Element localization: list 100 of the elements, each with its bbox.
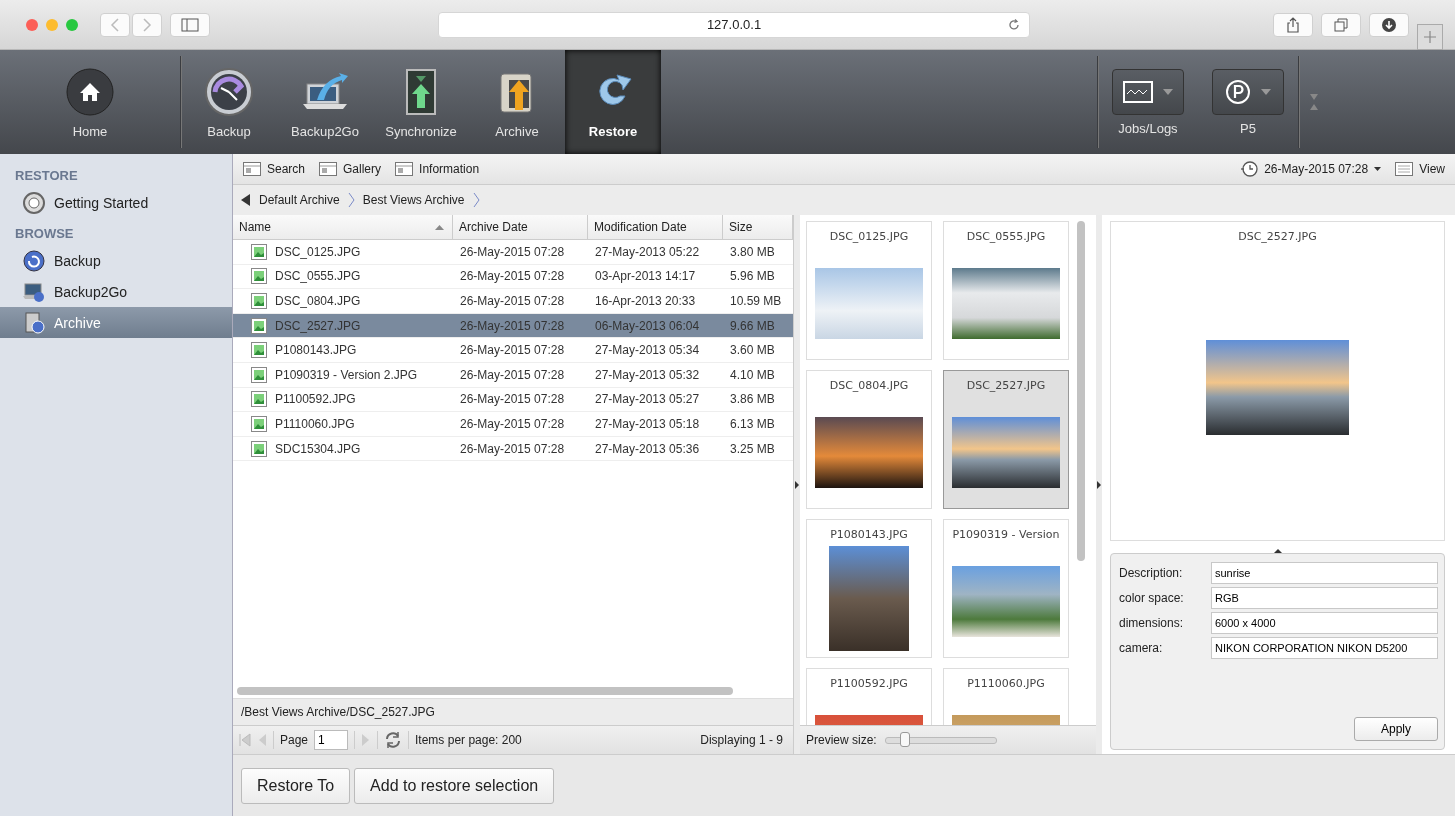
home-icon [64,65,116,118]
tile-caption: P1090319 - Version [952,528,1060,541]
table-row[interactable]: DSC_2527.JPG 26-May-2015 07:28 06-May-2013 06:04 9.66 MB [233,313,793,339]
gallery-tile[interactable]: DSC_0125.JPG [806,221,932,360]
gallery-tile[interactable]: DSC_0804.JPG [806,370,932,509]
forward-button[interactable] [132,12,162,37]
tabs-button[interactable] [1321,12,1361,37]
tile-caption: P1080143.JPG [830,528,908,541]
table-cell-text: 16-Apr-2013 20:33 [594,294,697,308]
share-icon [1286,16,1300,33]
table-cell-text: 06-May-2013 06:04 [594,318,701,333]
image-file-icon [251,366,267,383]
table-cell-text: 27-May-2013 05:32 [594,367,701,382]
column-header[interactable]: Name [233,215,453,239]
table-cell-text: 26-May-2015 07:28 [459,441,566,456]
property-label: camera: [1119,641,1164,655]
toolbar-button[interactable]: Backup2Go [277,50,373,154]
sidebar-item[interactable]: Getting Started [0,187,232,218]
file-name: P1100592.JPG [275,392,356,407]
gallery-tile[interactable]: DSC_0555.JPG [943,221,1069,360]
action-button[interactable]: Restore To [241,767,351,804]
sidebar-toggle-button[interactable] [170,12,210,37]
date-dropdown[interactable]: 26-May-2015 07:28 [1240,160,1382,178]
toolbar-button[interactable]: Archive [469,50,565,154]
action-button[interactable]: Add to restore selection [354,767,555,804]
gallery-tile[interactable]: P1090319 - Version [943,519,1069,658]
table-row[interactable]: DSC_0125.JPG 26-May-2015 07:28 27-May-2013 05:22 3.80 MB [233,240,793,265]
gallery-tile[interactable]: DSC_2527.JPG [943,370,1069,509]
gallery-tile[interactable]: P1080143.JPG [806,519,932,658]
toolbar-button[interactable]: Restore [565,50,661,154]
table-cell-text: 3.60 MB [729,343,776,358]
view-tab[interactable]: Search [243,162,306,176]
share-button[interactable] [1273,12,1313,37]
table-cell-text: 27-May-2013 05:22 [594,244,701,259]
property-field[interactable]: sunrise [1211,562,1438,584]
splitter-arrow-icon[interactable] [1097,480,1101,489]
file-name: P1090319 - Version 2.JPG [275,367,418,382]
collapse-icon[interactable] [1309,93,1319,111]
property-field[interactable]: 6000 x 4000 [1211,612,1438,634]
view-tab[interactable]: Information [395,162,480,176]
tile-caption: DSC_2527.JPG [966,379,1046,392]
breadcrumb-link[interactable]: Default Archive [259,193,340,207]
view-button[interactable]: View [1395,162,1445,176]
gallery-tile[interactable]: P1110060.JPG [943,668,1069,725]
table-cell-text: 27-May-2013 05:27 [594,392,701,407]
table-row[interactable]: DSC_0555.JPG 26-May-2015 07:28 03-Apr-2013 14:17 5.96 MB [233,264,793,290]
apply-button[interactable]: Apply [1354,717,1438,741]
downloads-button[interactable] [1369,12,1409,37]
toolbar-button[interactable]: Synchronize [373,50,469,154]
collapse-arrow-icon[interactable] [1273,549,1282,553]
dropdown-button[interactable] [1212,68,1284,115]
sidebar-icon [181,17,199,32]
property-field[interactable]: NIKON CORPORATION NIKON D5200 [1211,637,1438,659]
column-header[interactable]: Modification Date [588,215,723,239]
table-cell-text: 26-May-2015 07:28 [459,392,566,407]
table-row[interactable]: P1080143.JPG 26-May-2015 07:28 27-May-2013 05:34 3.60 MB [233,338,793,363]
file-name: DSC_0125.JPG [275,244,361,259]
column-header[interactable]: Archive Date [453,215,588,239]
scrollbar-thumb[interactable] [1077,221,1085,561]
back-arrow-icon[interactable] [241,194,251,206]
sidebar-item[interactable]: Backup [0,245,232,276]
table-cell-text: 9.66 MB [729,318,776,333]
table-row[interactable]: DSC_0804.JPG 26-May-2015 07:28 16-Apr-2013 20:33 10.59 MB [233,289,793,314]
table-row[interactable]: P1090319 - Version 2.JPG 26-May-2015 07:28 27-May-2013 05:32 4.10 MB [233,362,793,388]
table-row[interactable]: P1110060.JPG 26-May-2015 07:28 27-May-2013 05:18 6.13 MB [233,412,793,437]
table-cell-text: 27-May-2013 05:36 [594,441,701,456]
list-view-icon [1395,162,1414,176]
refresh-icon[interactable] [384,731,403,749]
back-button[interactable] [100,12,130,37]
table-cell-text: 26-May-2015 07:28 [459,269,566,284]
toolbar-button[interactable]: Backup [181,50,277,154]
image-file-icon [251,342,267,359]
table-row[interactable]: P1100592.JPG 26-May-2015 07:28 27-May-2013 05:27 3.86 MB [233,387,793,413]
history-clock-icon [1240,160,1259,178]
close-window-button[interactable] [26,18,38,31]
minimize-window-button[interactable] [46,18,58,31]
sidebar-item[interactable]: Backup2Go [0,276,232,307]
safe-icon [22,310,46,335]
slider-thumb[interactable] [900,731,911,747]
sidebar-heading: BROWSE [14,225,75,243]
image-file-icon [251,440,267,457]
previous-page-icon[interactable] [257,733,267,747]
address-field[interactable]: 127.0.0.1 [438,11,1030,38]
view-tab[interactable]: Gallery [319,162,382,176]
column-header[interactable]: Size [723,215,793,239]
page-number-field[interactable]: 1 [314,730,349,750]
breadcrumb-link[interactable]: Best Views Archive [362,193,465,207]
url-text: 127.0.0.1 [706,17,762,32]
scrollbar-thumb[interactable] [237,687,733,695]
zoom-window-button[interactable] [66,18,78,31]
preview-caption: DSC_2527.JPG [1238,230,1317,243]
property-field[interactable]: RGB [1211,587,1438,609]
gallery-tile[interactable]: P1100592.JPG [806,668,932,725]
first-page-icon[interactable] [239,733,251,747]
table-row[interactable]: SDC15304.JPG 26-May-2015 07:28 27-May-2013 05:36 3.25 MB [233,436,793,462]
reload-icon[interactable] [1007,17,1021,32]
splitter-arrow-icon[interactable] [795,480,799,489]
new-tab-button[interactable] [1417,23,1443,50]
dropdown-button[interactable] [1112,68,1184,115]
toolbar-button[interactable]: Home [0,50,180,154]
